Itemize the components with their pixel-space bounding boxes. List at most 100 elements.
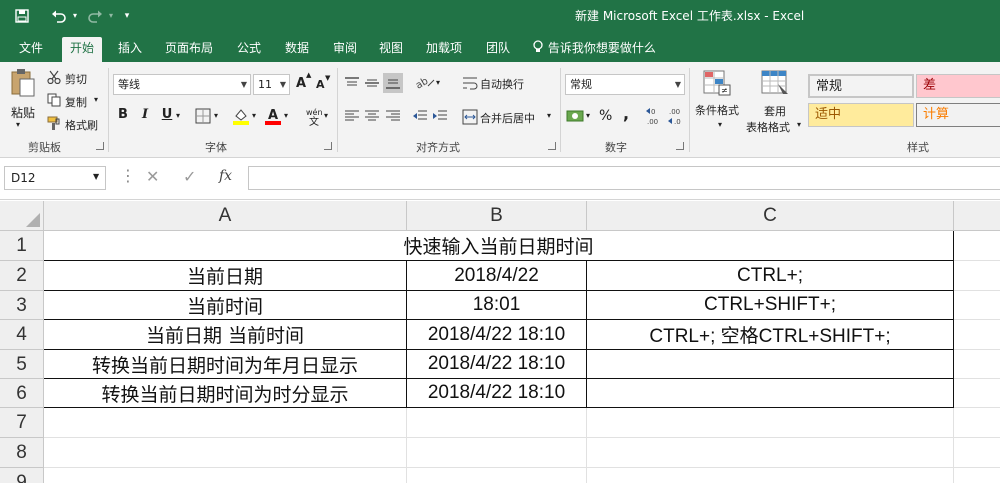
row-header-7[interactable]: 7	[0, 408, 44, 438]
copy-dropdown-icon[interactable]: ▾	[94, 95, 98, 104]
decrease-indent-icon[interactable]	[412, 109, 428, 126]
accounting-format-icon[interactable]	[566, 109, 584, 126]
wrap-text-button[interactable]: 自动换行	[480, 76, 524, 92]
row-header-4[interactable]: 4	[0, 320, 44, 350]
conditional-formatting-icon[interactable]: ≠	[703, 70, 731, 99]
tab-review[interactable]: 审阅	[325, 37, 365, 62]
cell-b9[interactable]	[407, 468, 587, 483]
clipboard-dialog-launcher-icon[interactable]	[96, 142, 104, 150]
decrease-decimal-icon[interactable]: .00.0	[667, 106, 685, 129]
align-middle-icon[interactable]	[364, 76, 380, 93]
tab-data[interactable]: 数据	[277, 37, 317, 62]
font-dialog-launcher-icon[interactable]	[324, 142, 332, 150]
cell-a7[interactable]	[44, 408, 407, 438]
cell-d2[interactable]	[954, 261, 1000, 291]
tab-view[interactable]: 视图	[371, 37, 411, 62]
merge-center-button[interactable]: 合并后居中	[480, 110, 535, 126]
cell-d5[interactable]	[954, 350, 1000, 379]
cell-d7[interactable]	[954, 408, 1000, 438]
accounting-dropdown-icon[interactable]: ▾	[586, 111, 590, 120]
insert-function-button[interactable]: fx	[219, 168, 232, 184]
format-as-table-icon[interactable]	[761, 70, 789, 99]
fill-color-dropdown-icon[interactable]: ▾	[252, 111, 256, 120]
align-center-icon[interactable]	[364, 109, 380, 126]
borders-dropdown-icon[interactable]: ▾	[214, 111, 218, 120]
copy-button[interactable]: 复制	[65, 94, 87, 110]
number-dialog-launcher-icon[interactable]	[676, 142, 684, 150]
percent-button[interactable]: %	[599, 108, 612, 124]
cell-a9[interactable]	[44, 468, 407, 483]
format-painter-icon[interactable]	[47, 116, 61, 133]
paste-label[interactable]: 粘贴	[11, 104, 35, 121]
cell-a3[interactable]: 当前时间	[44, 291, 407, 320]
font-size-select[interactable]: 11 ▼	[253, 74, 290, 95]
format-as-table-dropdown-icon[interactable]: ▾	[797, 120, 801, 129]
redo-dropdown-icon[interactable]: ▾	[106, 6, 116, 26]
borders-icon[interactable]	[195, 108, 211, 127]
cell-c5[interactable]	[587, 350, 954, 379]
wrap-text-icon[interactable]	[462, 75, 478, 94]
row-header-1[interactable]: 1	[0, 231, 44, 261]
align-right-icon[interactable]	[385, 109, 401, 126]
increase-font-size-button[interactable]: A	[296, 76, 306, 91]
phonetic-dropdown-icon[interactable]: ▾	[324, 111, 328, 120]
cell-d9[interactable]	[954, 468, 1000, 483]
increase-indent-icon[interactable]	[432, 109, 448, 126]
column-header-c[interactable]: C	[587, 201, 954, 231]
cell-c7[interactable]	[587, 408, 954, 438]
decrease-font-size-button[interactable]: A	[316, 78, 325, 91]
cell-c2[interactable]: CTRL+;	[587, 261, 954, 291]
undo-dropdown-icon[interactable]: ▾	[70, 6, 80, 26]
cancel-icon[interactable]: ✕	[146, 167, 159, 186]
customize-quick-access-icon[interactable]: ▾	[120, 6, 134, 26]
alignment-dialog-launcher-icon[interactable]	[548, 142, 556, 150]
save-icon[interactable]	[12, 6, 32, 26]
underline-button[interactable]: U	[159, 107, 175, 122]
font-color-dropdown-icon[interactable]: ▾	[284, 111, 288, 120]
row-header-3[interactable]: 3	[0, 291, 44, 320]
name-box-dropdown-icon[interactable]: ▼	[93, 172, 99, 181]
comma-style-button[interactable]: ,	[623, 104, 629, 123]
row-header-5[interactable]: 5	[0, 350, 44, 379]
tell-me-box[interactable]: 告诉我你想要做什么	[532, 37, 656, 62]
cell-d4[interactable]	[954, 320, 1000, 350]
cell-a5[interactable]: 转换当前日期时间为年月日显示	[44, 350, 407, 379]
tab-insert[interactable]: 插入	[110, 37, 150, 62]
redo-icon[interactable]	[84, 6, 106, 26]
cell-d6[interactable]	[954, 379, 1000, 408]
cell-a4[interactable]: 当前日期 当前时间	[44, 320, 407, 350]
phonetic-guide-icon[interactable]: wén 文	[304, 106, 324, 129]
tab-team[interactable]: 团队	[478, 37, 518, 62]
tab-addins[interactable]: 加载项	[418, 37, 470, 62]
align-left-icon[interactable]	[344, 109, 360, 126]
row-header-2[interactable]: 2	[0, 261, 44, 291]
cell-b4[interactable]: 2018/4/22 18:10	[407, 320, 587, 350]
conditional-formatting-button[interactable]: 条件格式	[695, 102, 739, 118]
style-normal[interactable]: 常规	[808, 74, 914, 98]
cut-button[interactable]: 剪切	[65, 71, 87, 87]
cell-d3[interactable]	[954, 291, 1000, 320]
tab-formulas[interactable]: 公式	[229, 37, 269, 62]
style-calculation[interactable]: 计算	[916, 103, 1000, 127]
paste-icon[interactable]	[10, 68, 36, 101]
font-color-icon[interactable]: A	[264, 107, 282, 128]
row-header-8[interactable]: 8	[0, 438, 44, 468]
font-name-select[interactable]: 等线 ▼	[113, 74, 251, 95]
cell-c6[interactable]	[587, 379, 954, 408]
align-bottom-icon[interactable]	[383, 73, 403, 93]
enter-icon[interactable]: ✓	[183, 167, 196, 186]
tab-home[interactable]: 开始	[62, 37, 103, 62]
cell-c3[interactable]: CTRL+SHIFT+;	[587, 291, 954, 320]
cell-a2[interactable]: 当前日期	[44, 261, 407, 291]
style-neutral[interactable]: 适中	[808, 103, 914, 127]
formula-input[interactable]	[248, 166, 1000, 190]
increase-decimal-icon[interactable]: 0.00	[645, 106, 663, 129]
cell-c8[interactable]	[587, 438, 954, 468]
style-bad[interactable]: 差	[916, 74, 1000, 98]
more-options-icon[interactable]: ⋮	[120, 166, 136, 185]
format-as-table-line1[interactable]: 套用	[764, 103, 786, 119]
cell-c4[interactable]: CTRL+; 空格CTRL+SHIFT+;	[587, 320, 954, 350]
cell-b5[interactable]: 2018/4/22 18:10	[407, 350, 587, 379]
merge-center-icon[interactable]	[462, 109, 478, 128]
italic-button[interactable]: I	[137, 107, 153, 122]
